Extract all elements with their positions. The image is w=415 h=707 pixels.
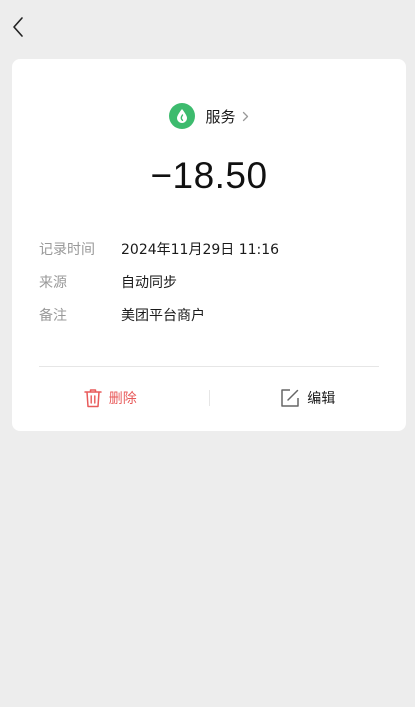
delete-label: 删除 [108, 391, 137, 407]
detail-value: 自动同步 [121, 274, 177, 291]
trash-icon [84, 388, 102, 408]
transaction-details: 记录时间 2024年11月29日 11:16 来源 自动同步 备注 美团平台商户 [39, 232, 386, 331]
edit-label: 编辑 [307, 391, 336, 407]
detail-value: 美团平台商户 [121, 307, 205, 324]
chevron-left-icon [13, 17, 23, 37]
category-label: 服务 [205, 107, 236, 126]
detail-label: 备注 [39, 307, 67, 324]
back-button[interactable] [6, 12, 30, 42]
detail-value: 2024年11月29日 11:16 [121, 241, 280, 258]
transaction-amount: −18.50 [150, 155, 268, 196]
transaction-card: 服务 −18.50 记录时间 2024年11月29日 11:16 来源 自动同步… [12, 59, 406, 431]
transaction-detail-page: 服务 −18.50 记录时间 2024年11月29日 11:16 来源 自动同步… [0, 0, 415, 707]
edit-button[interactable]: 编辑 [210, 381, 407, 415]
chevron-right-icon [242, 111, 249, 122]
action-bar: 删除 编辑 [12, 381, 406, 415]
category-selector[interactable]: 服务 [12, 103, 406, 129]
water-drop-icon [169, 103, 196, 129]
delete-button[interactable]: 删除 [12, 381, 209, 415]
detail-label: 来源 [39, 274, 67, 291]
detail-row-note: 备注 美团平台商户 [39, 298, 386, 331]
edit-icon [280, 388, 300, 408]
detail-row-record-time: 记录时间 2024年11月29日 11:16 [39, 232, 386, 265]
detail-row-source: 来源 自动同步 [39, 265, 386, 298]
divider [39, 366, 379, 367]
detail-label: 记录时间 [39, 241, 95, 258]
